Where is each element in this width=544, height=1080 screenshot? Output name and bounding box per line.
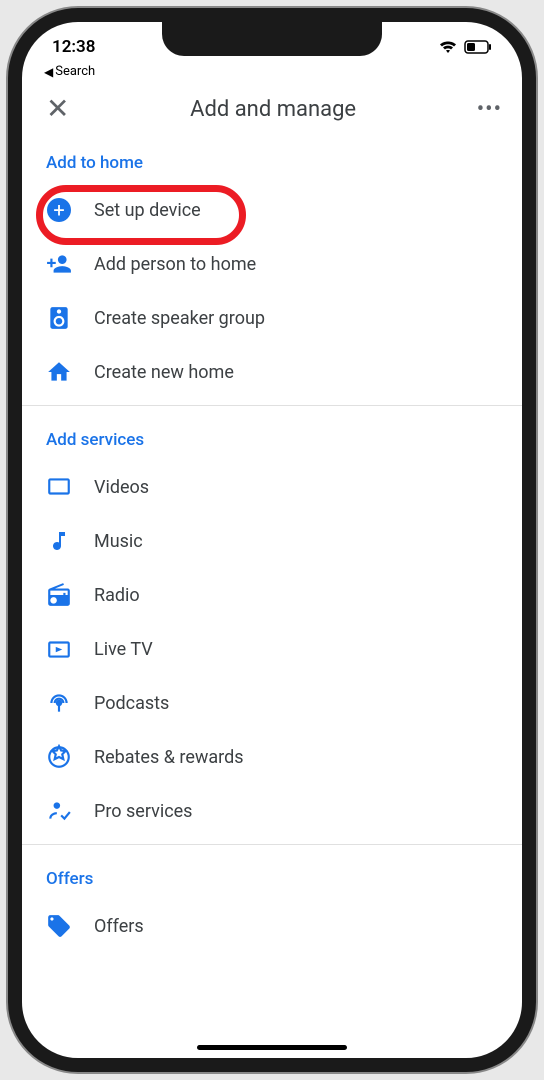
list-item-label: Videos	[94, 477, 149, 498]
live-tv-icon	[46, 636, 72, 662]
list-item-label: Create new home	[94, 362, 234, 383]
battery-icon	[464, 40, 492, 54]
list-item-speaker-group[interactable]: Create speaker group	[22, 291, 522, 345]
list-item-rebates-rewards[interactable]: Rebates & rewards	[22, 730, 522, 784]
list-item-label: Podcasts	[94, 693, 169, 714]
notch	[162, 22, 382, 56]
list-item-music[interactable]: Music	[22, 514, 522, 568]
list-item-create-home[interactable]: Create new home	[22, 345, 522, 399]
back-arrow-icon: ◀	[44, 65, 53, 79]
pro-services-icon	[46, 798, 72, 824]
offer-tag-icon	[46, 913, 72, 939]
list-item-label: Music	[94, 531, 143, 552]
close-icon[interactable]: ✕	[46, 95, 69, 123]
section-header-add-services: Add services	[22, 412, 522, 460]
list-item-label: Set up device	[94, 200, 201, 221]
list-item-videos[interactable]: Videos	[22, 460, 522, 514]
list-item-add-person[interactable]: Add person to home	[22, 237, 522, 291]
plus-circle-icon: +	[46, 197, 72, 223]
list-item-label: Offers	[94, 916, 144, 937]
list-item-offers[interactable]: Offers	[22, 899, 522, 953]
section-header-add-to-home: Add to home	[22, 135, 522, 183]
list-item-podcasts[interactable]: Podcasts	[22, 676, 522, 730]
divider	[22, 405, 522, 406]
list-item-label: Live TV	[94, 639, 153, 660]
phone-frame: 12:38 ◀ Search ✕ Add and manage ••• Add …	[8, 8, 536, 1072]
divider	[22, 844, 522, 845]
speaker-group-icon	[46, 305, 72, 331]
list-item-label: Pro services	[94, 801, 192, 822]
header: ✕ Add and manage •••	[22, 85, 522, 135]
list-item-set-up-device[interactable]: + Set up device	[22, 183, 522, 237]
person-add-icon	[46, 251, 72, 277]
status-time: 12:38	[52, 37, 95, 57]
list-item-label: Add person to home	[94, 254, 256, 275]
home-icon	[46, 359, 72, 385]
list-item-label: Rebates & rewards	[94, 747, 244, 768]
radio-icon	[46, 582, 72, 608]
page-title: Add and manage	[190, 97, 356, 122]
home-indicator[interactable]	[197, 1045, 347, 1050]
music-icon	[46, 528, 72, 554]
list-item-pro-services[interactable]: Pro services	[22, 784, 522, 838]
list-item-radio[interactable]: Radio	[22, 568, 522, 622]
wifi-icon	[438, 39, 458, 55]
list-item-label: Radio	[94, 585, 140, 606]
breadcrumb-label: Search	[55, 64, 95, 79]
section-header-offers: Offers	[22, 851, 522, 899]
rewards-icon	[46, 744, 72, 770]
list-item-live-tv[interactable]: Live TV	[22, 622, 522, 676]
video-icon	[46, 474, 72, 500]
breadcrumb[interactable]: ◀ Search	[22, 62, 522, 85]
list-item-label: Create speaker group	[94, 308, 265, 329]
more-icon[interactable]: •••	[477, 97, 502, 122]
podcast-icon	[46, 690, 72, 716]
